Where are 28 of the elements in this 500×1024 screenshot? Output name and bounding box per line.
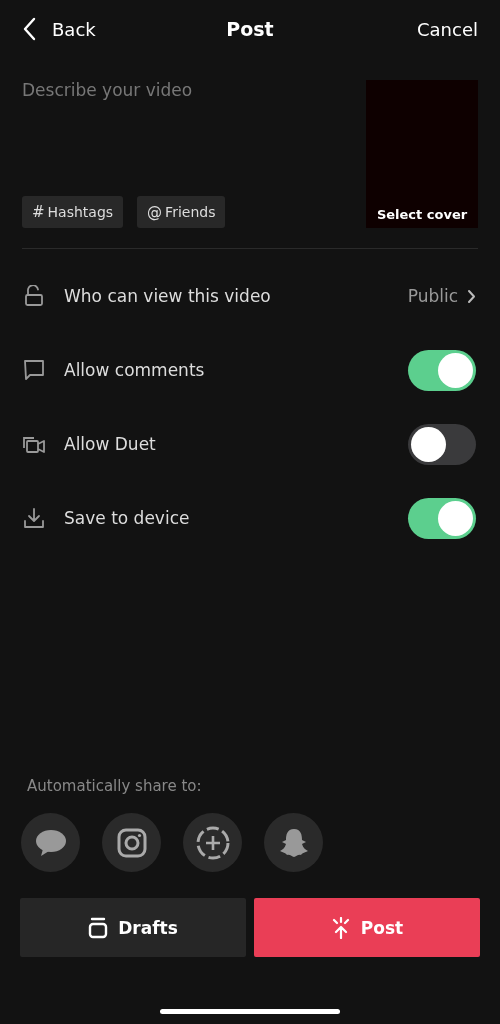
sparkle-arrow-icon [330, 916, 351, 939]
setting-label: Allow Duet [64, 434, 157, 454]
drafts-icon [88, 916, 109, 939]
setting-label: Allow comments [64, 360, 206, 380]
tag-button[interactable]: @ Friends [137, 196, 226, 228]
speech-bubble-icon [34, 828, 67, 857]
tag-button[interactable]: # Hashtags [22, 196, 124, 228]
camera-icon [116, 827, 147, 858]
back-button[interactable]: Back [22, 17, 96, 41]
toggle-switch[interactable] [408, 497, 476, 539]
share-label: Automatically share to: [26, 777, 203, 795]
chevron-right-icon [467, 288, 476, 304]
chevron-left-icon [22, 17, 36, 41]
post-button[interactable]: Post [254, 898, 480, 957]
page-title: Post [226, 18, 274, 40]
toggle-switch[interactable] [408, 423, 476, 465]
comment-icon [22, 359, 46, 381]
setting-label: Save to device [64, 508, 191, 528]
download-icon [22, 507, 46, 529]
setting-label: Who can view this video [64, 286, 272, 306]
privacy-selector[interactable]: Public [407, 286, 476, 306]
add-story-icon [194, 824, 231, 861]
drafts-button[interactable]: Drafts [20, 898, 246, 957]
padlock-icon [22, 285, 46, 307]
toggle-switch[interactable] [408, 349, 476, 391]
video-cover[interactable]: Select cover [366, 80, 478, 228]
description-field[interactable]: Describe your video [22, 80, 354, 120]
cancel-button[interactable]: Cancel [417, 18, 478, 40]
